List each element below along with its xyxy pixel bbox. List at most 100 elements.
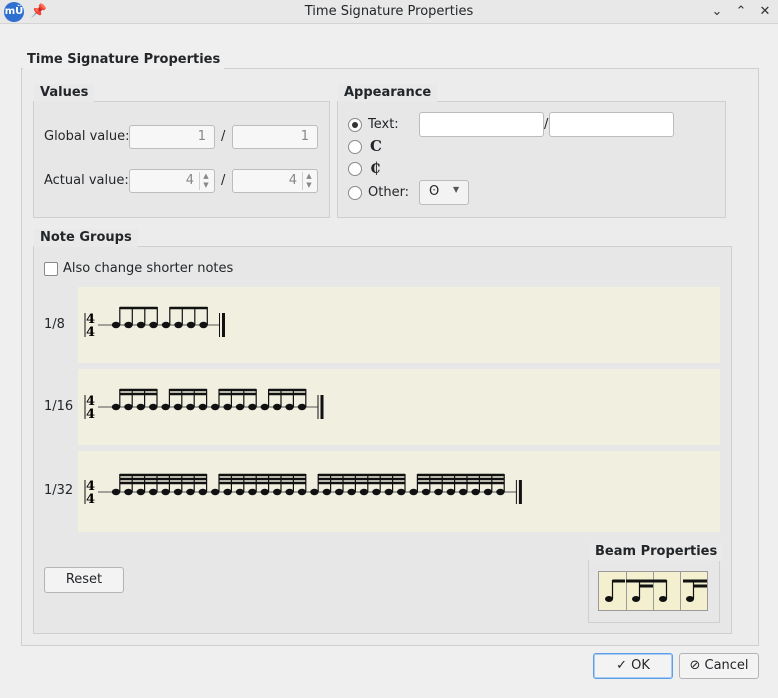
staff-sixteenth[interactable]: 44 [78,369,720,445]
note-head [223,403,232,411]
note-head [136,403,145,411]
note-head [459,488,468,496]
beam-middle-icon[interactable] [626,572,654,610]
note-head [173,488,183,496]
actual-denominator-spinbox[interactable]: 4 ▲ ▼ [232,169,318,193]
note-head [322,488,331,496]
note-head [149,488,158,496]
note-head [211,488,220,496]
note-head [434,488,443,496]
window-title: Time Signature Properties [304,4,474,19]
actual-value-label: Actual value: [44,173,129,188]
note-head [347,488,356,496]
reset-button[interactable]: Reset [44,567,124,593]
text-numerator-field[interactable] [419,112,544,137]
check-icon: ✓ [616,658,627,673]
note-head [186,321,196,329]
note-head [260,488,269,496]
note-head [372,488,381,496]
values-group [33,101,330,218]
common-time-radio[interactable] [348,140,362,154]
actual-numerator-spinbox[interactable]: 4 ▲ ▼ [129,169,215,193]
note-groups-title: Note Groups [34,229,138,247]
beam-palette [598,571,708,611]
cut-time-icon: ₵ [370,159,381,177]
values-title: Values [34,84,95,102]
note-head [421,488,431,496]
note-head [211,403,220,411]
global-numerator-field[interactable]: 1 [129,125,215,149]
beam-properties-title: Beam Properties [589,543,724,561]
note-head [235,488,245,496]
other-radio[interactable] [348,186,362,200]
note-head [186,488,195,496]
note-head [198,403,207,411]
cancel-label: Cancel [704,658,749,673]
global-denominator-field[interactable]: 1 [232,125,318,149]
note-head [248,403,257,411]
also-change-label: Also change shorter notes [63,261,234,276]
text-denominator-field[interactable] [549,112,674,137]
staff-thirtysecond[interactable]: 44 [78,451,720,532]
time-sig-bottom: 4 [86,492,95,507]
note-head [297,403,307,411]
appearance-title: Appearance [338,84,438,102]
common-time-icon: C [370,137,382,155]
spin-arrows-icon[interactable]: ▲ ▼ [199,172,212,190]
note-head [446,488,455,496]
chevron-down-icon: ▼ [453,185,460,194]
note-head [199,321,208,329]
note-head [161,403,170,411]
note-head [273,488,282,496]
other-symbol-value: ʘ [429,184,440,199]
note-head [285,403,294,411]
staff-sixteenth-notes: 44 [84,388,324,422]
note-head [124,321,133,329]
row-label-thirtysecond: 1/32 [44,483,74,498]
spin-arrows-icon[interactable]: ▲ ▼ [302,172,315,190]
ok-label: OK [631,658,650,673]
text-separator: / [544,117,549,132]
note-head [384,488,393,496]
ok-button[interactable]: ✓ OK [593,653,673,679]
maximize-icon[interactable]: ⌃ [732,3,750,21]
global-value-label: Global value: [44,129,130,144]
note-head [297,488,307,496]
note-head [111,403,121,411]
note-head [397,488,406,496]
group-title: Time Signature Properties [23,51,225,69]
staff-eighth-notes: 44 [84,306,225,340]
note-head [124,403,133,411]
actual-separator: / [221,173,226,188]
note-head [173,403,183,411]
other-symbol-dropdown[interactable]: ʘ ▼ [419,180,469,205]
staff-eighth[interactable]: 44 [78,287,720,363]
note-head [471,488,480,496]
beam-32nd-icon[interactable] [680,572,707,610]
note-head [136,321,146,329]
beam-no-icon[interactable] [653,572,681,610]
text-radio-label: Text: [368,117,399,132]
note-head [149,321,158,329]
note-head [136,488,145,496]
staff-thirtysecond-notes: 44 [84,473,522,507]
note-head [235,403,245,411]
row-label-sixteenth: 1/16 [44,399,74,414]
global-separator: / [221,129,226,144]
note-head [248,488,257,496]
minimize-icon[interactable]: ⌄ [708,3,726,21]
note-head [223,488,232,496]
note-head [161,321,171,329]
time-sig-bottom: 4 [86,325,95,340]
note-head [161,488,170,496]
note-head [111,321,121,329]
beam-start-icon[interactable] [599,572,627,610]
note-head [260,403,269,411]
other-radio-label: Other: [368,185,410,200]
text-radio[interactable] [348,118,362,132]
cut-time-radio[interactable] [348,162,362,176]
close-icon[interactable]: ✕ [756,3,774,21]
also-change-checkbox[interactable] [44,262,58,276]
cancel-button[interactable]: ⊘ Cancel [679,653,759,679]
actual-denominator-value: 4 [288,173,297,188]
